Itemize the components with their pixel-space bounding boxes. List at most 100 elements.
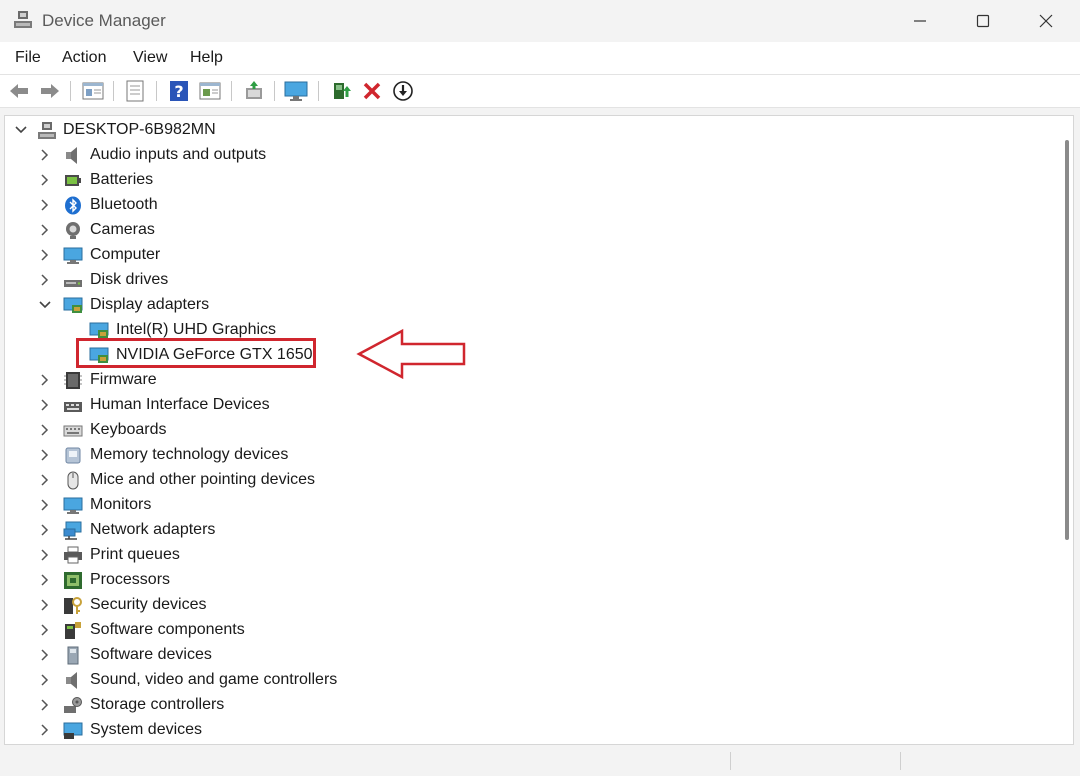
properties-sheet-icon: [126, 80, 144, 102]
uninstall-icon: [363, 82, 381, 100]
tree-item-software-components[interactable]: Software components: [5, 618, 1045, 643]
scan-hardware-button[interactable]: [242, 79, 266, 103]
chevron-right-icon[interactable]: [39, 424, 51, 436]
camera-icon: [66, 222, 80, 239]
back-button[interactable]: [7, 79, 31, 103]
close-button[interactable]: [1026, 6, 1066, 36]
tree-item-sound-video-game[interactable]: Sound, video and game controllers: [5, 668, 1045, 693]
chevron-down-icon[interactable]: [39, 299, 51, 311]
tree-item-print-queues[interactable]: Print queues: [5, 543, 1045, 568]
processor-icon: [64, 572, 82, 589]
tree-item-label: Software components: [90, 621, 245, 638]
minimize-button[interactable]: [900, 6, 940, 36]
menu-view[interactable]: View: [133, 49, 167, 67]
chevron-right-icon[interactable]: [39, 174, 51, 186]
speaker-icon: [66, 672, 77, 689]
tree-item-system-devices[interactable]: System devices: [5, 718, 1045, 743]
title-bar: Device Manager: [0, 0, 1080, 42]
menu-help[interactable]: Help: [190, 49, 223, 67]
device-tree[interactable]: DESKTOP-6B982MN Audio inputs and outputs…: [4, 115, 1074, 745]
uninstall-button[interactable]: [360, 79, 384, 103]
tree-item-display-adapters[interactable]: Display adapters: [5, 293, 1045, 318]
tree-item-label: Sound, video and game controllers: [90, 671, 338, 688]
toolbar-separator: [231, 81, 232, 101]
chevron-right-icon[interactable]: [39, 599, 51, 611]
chevron-right-icon[interactable]: [39, 474, 51, 486]
tree-item-memory-technology-devices[interactable]: Memory technology devices: [5, 443, 1045, 468]
display-adapter-icon: [63, 297, 83, 313]
tree-item-bluetooth[interactable]: Bluetooth: [5, 193, 1045, 218]
chevron-right-icon[interactable]: [39, 374, 51, 386]
help-button[interactable]: ?: [167, 79, 191, 103]
chevron-right-icon[interactable]: [39, 199, 51, 211]
chevron-right-icon[interactable]: [39, 499, 51, 511]
status-bar: [0, 746, 1080, 776]
disable-device-icon: [393, 81, 413, 101]
view-icon: [199, 82, 221, 100]
software-component-icon: [65, 622, 81, 639]
chevron-right-icon[interactable]: [39, 549, 51, 561]
chevron-right-icon[interactable]: [39, 624, 51, 636]
battery-icon: [65, 175, 81, 186]
tree-item-label: Monitors: [90, 496, 152, 513]
chevron-right-icon[interactable]: [39, 674, 51, 686]
tree-item-batteries[interactable]: Batteries: [5, 168, 1045, 193]
properties-button[interactable]: [81, 79, 105, 103]
chevron-right-icon[interactable]: [39, 574, 51, 586]
view-button[interactable]: [198, 79, 222, 103]
tree-item-label: Human Interface Devices: [90, 396, 270, 413]
tree-item-cameras[interactable]: Cameras: [5, 218, 1045, 243]
update-driver-button[interactable]: [329, 79, 353, 103]
forward-button[interactable]: [38, 79, 62, 103]
tree-item-label: Cameras: [90, 221, 155, 238]
menu-action[interactable]: Action: [62, 49, 106, 67]
chevron-right-icon[interactable]: [39, 399, 51, 411]
chevron-right-icon[interactable]: [39, 224, 51, 236]
status-bar-divider: [900, 752, 901, 770]
computer-icon: [38, 122, 56, 139]
tree-item-network-adapters[interactable]: Network adapters: [5, 518, 1045, 543]
tree-item-audio[interactable]: Audio inputs and outputs: [5, 143, 1045, 168]
chevron-right-icon[interactable]: [39, 274, 51, 286]
tree-item-disk-drives[interactable]: Disk drives: [5, 268, 1045, 293]
tree-root[interactable]: DESKTOP-6B982MN: [5, 118, 1045, 143]
tree-item-software-devices[interactable]: Software devices: [5, 643, 1045, 668]
tree-item-label: Security devices: [90, 596, 207, 613]
properties-sheet-button[interactable]: [123, 79, 147, 103]
speaker-icon: [66, 147, 77, 164]
menu-file[interactable]: File: [15, 49, 41, 67]
chevron-right-icon[interactable]: [39, 149, 51, 161]
monitor-icon: [284, 81, 308, 101]
chevron-right-icon[interactable]: [39, 449, 51, 461]
toolbar-separator: [156, 81, 157, 101]
minimize-icon: [914, 20, 926, 22]
monitor-button[interactable]: [284, 79, 308, 103]
monitor-icon: [63, 497, 83, 514]
tree-item-security-devices[interactable]: Security devices: [5, 593, 1045, 618]
tree-item-computer[interactable]: Computer: [5, 243, 1045, 268]
tree-item-firmware[interactable]: Firmware: [5, 368, 1045, 393]
vertical-scrollbar[interactable]: [1065, 140, 1069, 540]
tree-item-monitors[interactable]: Monitors: [5, 493, 1045, 518]
tree-item-label: System devices: [90, 721, 203, 738]
disable-device-button[interactable]: [391, 79, 415, 103]
tree-item-label: Disk drives: [90, 271, 169, 288]
chevron-right-icon[interactable]: [39, 724, 51, 736]
chevron-right-icon[interactable]: [39, 524, 51, 536]
keyboard-icon: [63, 425, 83, 437]
chevron-right-icon[interactable]: [39, 649, 51, 661]
tree-item-label: Storage controllers: [90, 696, 225, 713]
chevron-down-icon[interactable]: [15, 124, 27, 136]
tree-item-label: Processors: [90, 571, 171, 588]
tree-item-mice[interactable]: Mice and other pointing devices: [5, 468, 1045, 493]
properties-icon: [82, 82, 104, 100]
memory-icon: [65, 447, 81, 464]
printer-icon: [64, 546, 82, 564]
chevron-right-icon[interactable]: [39, 699, 51, 711]
tree-item-processors[interactable]: Processors: [5, 568, 1045, 593]
chevron-right-icon[interactable]: [39, 249, 51, 261]
tree-item-storage-controllers[interactable]: Storage controllers: [5, 693, 1045, 718]
maximize-button[interactable]: [963, 6, 1003, 36]
tree-item-keyboards[interactable]: Keyboards: [5, 418, 1045, 443]
tree-item-human-interface-devices[interactable]: Human Interface Devices: [5, 393, 1045, 418]
